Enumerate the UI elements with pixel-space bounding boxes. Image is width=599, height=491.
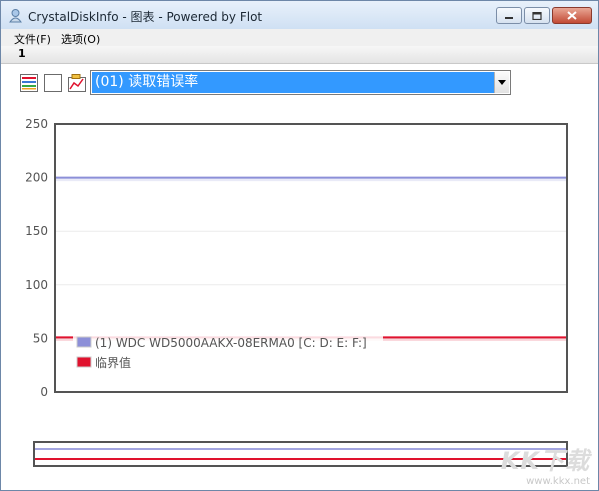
y-tick-label: 150 [25, 224, 48, 238]
y-tick-label: 200 [25, 171, 48, 185]
chart-plot: 0 50 100 150 200 250 (1) WDC WD5000AAKX-08ERMA… [25, 117, 568, 399]
y-tick-label: 50 [33, 331, 48, 345]
overview-series-line [35, 448, 566, 450]
chart-window: CrystalDiskInfo - 图表 - Powered by Flot 文… [0, 0, 599, 491]
legend-label: 临界值 [95, 355, 131, 370]
chart-overview[interactable] [33, 441, 568, 467]
y-tick-label: 250 [25, 117, 48, 131]
watermark-url: www.kkx.net [526, 476, 590, 487]
watermark-logo: KK下载 [500, 447, 590, 475]
legend-swatch [76, 356, 92, 368]
y-tick-label: 100 [25, 278, 48, 292]
y-tick-label: 0 [40, 385, 48, 399]
legend-swatch [76, 336, 92, 348]
legend-label: (1) WDC WD5000AAKX-08ERMA0 [C: D: E: F:] [95, 336, 367, 350]
overview-threshold-line [35, 458, 566, 460]
watermark: KK下载 www.kkx.net [501, 441, 590, 487]
